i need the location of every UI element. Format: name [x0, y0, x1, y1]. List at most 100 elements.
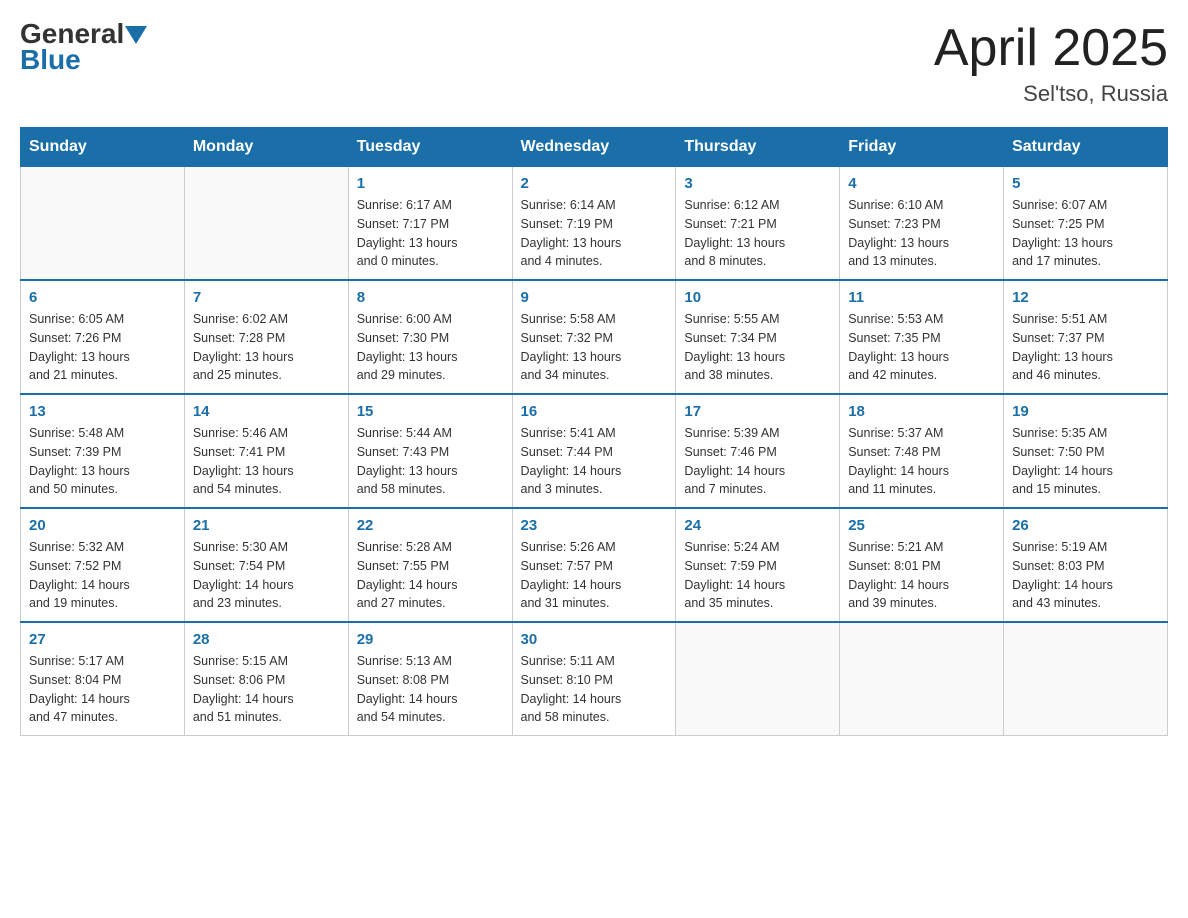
calendar-day-cell: 20 Sunrise: 5:32 AMSunset: 7:52 PMDayligh… [21, 508, 185, 622]
day-number: 23 [521, 517, 668, 534]
calendar-day-cell: 23Sunrise: 5:26 AMSunset: 7:57 PMDayligh… [512, 508, 676, 622]
calendar-day-cell [184, 167, 348, 281]
day-number: 19 [1012, 403, 1159, 420]
day-number: 26 [1012, 517, 1159, 534]
day-number: 17 [684, 403, 831, 420]
day-info: Sunrise: 5:13 AMSunset: 8:08 PMDaylight:… [357, 652, 504, 727]
calendar-day-cell: 2 Sunrise: 6:14 AMSunset: 7:19 PMDaylight… [512, 167, 676, 281]
day-number: 21 [193, 517, 340, 534]
day-info: Sunrise: 6:12 AMSunset: 7:21 PMDaylight:… [684, 196, 831, 271]
calendar-day-cell: 26 Sunrise: 5:19 AMSunset: 8:03 PMDayligh… [1004, 508, 1168, 622]
day-info: Sunrise: 5:55 AMSunset: 7:34 PMDaylight:… [684, 310, 831, 385]
logo-triangle-icon [125, 26, 147, 44]
day-number: 4 [848, 175, 995, 192]
day-number: 29 [357, 631, 504, 648]
calendar-day-cell [1004, 622, 1168, 736]
day-info: Sunrise: 5:39 AMSunset: 7:46 PMDaylight:… [684, 424, 831, 499]
calendar-day-cell: 22Sunrise: 5:28 AMSunset: 7:55 PMDayligh… [348, 508, 512, 622]
calendar-day-cell: 4 Sunrise: 6:10 AMSunset: 7:23 PMDaylight… [840, 167, 1004, 281]
calendar-day-cell: 11Sunrise: 5:53 AMSunset: 7:35 PMDayligh… [840, 280, 1004, 394]
calendar-day-cell: 7 Sunrise: 6:02 AMSunset: 7:28 PMDaylight… [184, 280, 348, 394]
day-number: 27 [29, 631, 176, 648]
day-info: Sunrise: 5:17 AMSunset: 8:04 PMDaylight:… [29, 652, 176, 727]
day-number: 7 [193, 289, 340, 306]
day-info: Sunrise: 5:35 AMSunset: 7:50 PMDaylight:… [1012, 424, 1159, 499]
calendar-week-row: 20 Sunrise: 5:32 AMSunset: 7:52 PMDayligh… [21, 508, 1168, 622]
day-number: 14 [193, 403, 340, 420]
calendar-day-cell: 17 Sunrise: 5:39 AMSunset: 7:46 PMDayligh… [676, 394, 840, 508]
day-number: 22 [357, 517, 504, 534]
calendar-day-cell: 24 Sunrise: 5:24 AMSunset: 7:59 PMDayligh… [676, 508, 840, 622]
calendar-week-row: 6Sunrise: 6:05 AMSunset: 7:26 PMDaylight… [21, 280, 1168, 394]
calendar-day-cell: 12Sunrise: 5:51 AMSunset: 7:37 PMDayligh… [1004, 280, 1168, 394]
day-number: 30 [521, 631, 668, 648]
day-info: Sunrise: 6:02 AMSunset: 7:28 PMDaylight:… [193, 310, 340, 385]
day-number: 20 [29, 517, 176, 534]
day-number: 15 [357, 403, 504, 420]
day-info: Sunrise: 5:37 AMSunset: 7:48 PMDaylight:… [848, 424, 995, 499]
day-number: 9 [521, 289, 668, 306]
location-subtitle: Sel'tso, Russia [934, 81, 1168, 107]
day-number: 6 [29, 289, 176, 306]
day-number: 24 [684, 517, 831, 534]
day-info: Sunrise: 5:15 AMSunset: 8:06 PMDaylight:… [193, 652, 340, 727]
title-block: April 2025 Sel'tso, Russia [934, 20, 1168, 107]
weekday-header-thursday: Thursday [676, 128, 840, 167]
calendar-day-cell: 6Sunrise: 6:05 AMSunset: 7:26 PMDaylight… [21, 280, 185, 394]
calendar-day-cell [676, 622, 840, 736]
calendar-day-cell: 1 Sunrise: 6:17 AMSunset: 7:17 PMDaylight… [348, 167, 512, 281]
day-info: Sunrise: 5:30 AMSunset: 7:54 PMDaylight:… [193, 538, 340, 613]
day-info: Sunrise: 6:00 AMSunset: 7:30 PMDaylight:… [357, 310, 504, 385]
day-info: Sunrise: 5:32 AMSunset: 7:52 PMDaylight:… [29, 538, 176, 613]
calendar-week-row: 27 Sunrise: 5:17 AMSunset: 8:04 PMDayligh… [21, 622, 1168, 736]
day-info: Sunrise: 5:24 AMSunset: 7:59 PMDaylight:… [684, 538, 831, 613]
calendar-day-cell [840, 622, 1004, 736]
calendar-day-cell: 16 Sunrise: 5:41 AMSunset: 7:44 PMDayligh… [512, 394, 676, 508]
weekday-header-tuesday: Tuesday [348, 128, 512, 167]
calendar-day-cell: 27 Sunrise: 5:17 AMSunset: 8:04 PMDayligh… [21, 622, 185, 736]
calendar-day-cell: 18 Sunrise: 5:37 AMSunset: 7:48 PMDayligh… [840, 394, 1004, 508]
day-number: 8 [357, 289, 504, 306]
day-number: 10 [684, 289, 831, 306]
weekday-header-monday: Monday [184, 128, 348, 167]
day-info: Sunrise: 5:21 AMSunset: 8:01 PMDaylight:… [848, 538, 995, 613]
calendar-day-cell: 25 Sunrise: 5:21 AMSunset: 8:01 PMDayligh… [840, 508, 1004, 622]
calendar-day-cell: 15 Sunrise: 5:44 AMSunset: 7:43 PMDayligh… [348, 394, 512, 508]
day-number: 13 [29, 403, 176, 420]
calendar-day-cell: 3 Sunrise: 6:12 AMSunset: 7:21 PMDaylight… [676, 167, 840, 281]
calendar-week-row: 13 Sunrise: 5:48 AMSunset: 7:39 PMDayligh… [21, 394, 1168, 508]
weekday-header-wednesday: Wednesday [512, 128, 676, 167]
day-number: 16 [521, 403, 668, 420]
day-info: Sunrise: 6:14 AMSunset: 7:19 PMDaylight:… [521, 196, 668, 271]
calendar-day-cell: 8 Sunrise: 6:00 AMSunset: 7:30 PMDaylight… [348, 280, 512, 394]
weekday-header-saturday: Saturday [1004, 128, 1168, 167]
page-header: General Blue April 2025 Sel'tso, Russia [20, 20, 1168, 107]
calendar-day-cell: 13 Sunrise: 5:48 AMSunset: 7:39 PMDayligh… [21, 394, 185, 508]
calendar-day-cell: 14 Sunrise: 5:46 AMSunset: 7:41 PMDayligh… [184, 394, 348, 508]
day-info: Sunrise: 5:44 AMSunset: 7:43 PMDaylight:… [357, 424, 504, 499]
calendar-day-cell [21, 167, 185, 281]
day-info: Sunrise: 5:41 AMSunset: 7:44 PMDaylight:… [521, 424, 668, 499]
day-info: Sunrise: 6:10 AMSunset: 7:23 PMDaylight:… [848, 196, 995, 271]
day-number: 1 [357, 175, 504, 192]
day-number: 25 [848, 517, 995, 534]
day-info: Sunrise: 5:58 AMSunset: 7:32 PMDaylight:… [521, 310, 668, 385]
day-info: Sunrise: 5:51 AMSunset: 7:37 PMDaylight:… [1012, 310, 1159, 385]
month-year-title: April 2025 [934, 20, 1168, 77]
day-info: Sunrise: 6:07 AMSunset: 7:25 PMDaylight:… [1012, 196, 1159, 271]
logo: General Blue [20, 20, 147, 76]
calendar-day-cell: 10 Sunrise: 5:55 AMSunset: 7:34 PMDayligh… [676, 280, 840, 394]
calendar-day-cell: 9 Sunrise: 5:58 AMSunset: 7:32 PMDaylight… [512, 280, 676, 394]
day-info: Sunrise: 6:17 AMSunset: 7:17 PMDaylight:… [357, 196, 504, 271]
day-number: 3 [684, 175, 831, 192]
day-info: Sunrise: 5:19 AMSunset: 8:03 PMDaylight:… [1012, 538, 1159, 613]
day-number: 2 [521, 175, 668, 192]
day-number: 18 [848, 403, 995, 420]
day-info: Sunrise: 5:48 AMSunset: 7:39 PMDaylight:… [29, 424, 176, 499]
day-info: Sunrise: 5:11 AMSunset: 8:10 PMDaylight:… [521, 652, 668, 727]
day-info: Sunrise: 5:53 AMSunset: 7:35 PMDaylight:… [848, 310, 995, 385]
day-info: Sunrise: 5:46 AMSunset: 7:41 PMDaylight:… [193, 424, 340, 499]
calendar-day-cell: 21 Sunrise: 5:30 AMSunset: 7:54 PMDayligh… [184, 508, 348, 622]
calendar-day-cell: 5Sunrise: 6:07 AMSunset: 7:25 PMDaylight… [1004, 167, 1168, 281]
calendar-table: SundayMondayTuesdayWednesdayThursdayFrid… [20, 127, 1168, 736]
